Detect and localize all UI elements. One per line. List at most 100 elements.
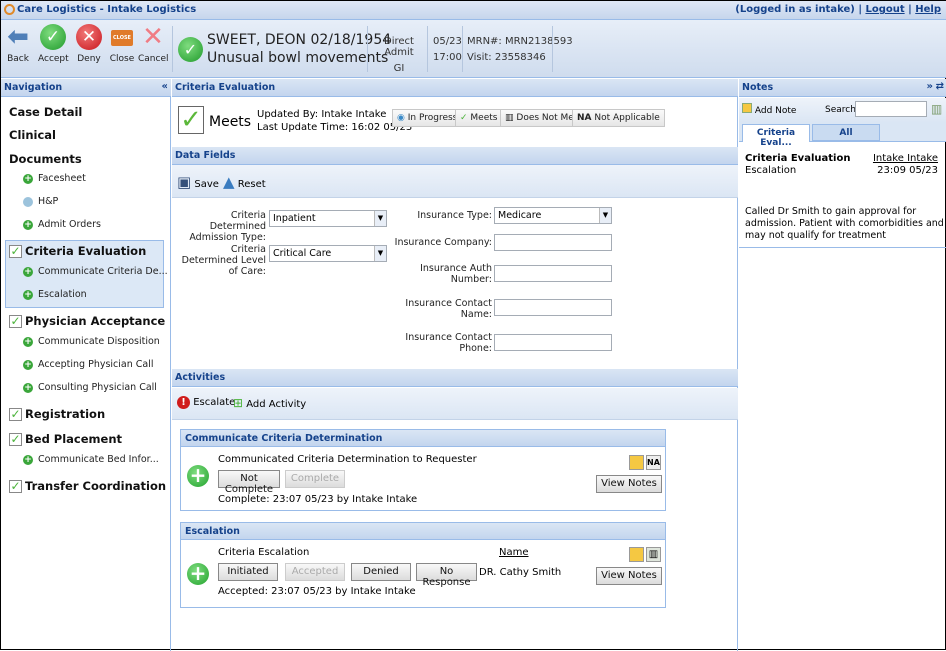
window-title: Care Logistics - Intake Logistics <box>17 4 197 15</box>
tab-all[interactable]: All <box>812 124 880 141</box>
note-text: Called Dr Smith to gain approval for adm… <box>745 206 944 241</box>
na-button[interactable]: NA <box>646 455 661 470</box>
nav-label: Communicate Criteria De... <box>38 266 168 277</box>
nav-case-detail[interactable]: Case Detail <box>9 105 82 119</box>
accepted-button[interactable]: Accepted <box>285 563 345 581</box>
refresh-icon[interactable]: ⇄ <box>936 81 944 92</box>
mrn: MRN#: MRN2138593 <box>467 36 573 47</box>
deny-label: Deny <box>77 54 101 64</box>
nav-documents[interactable]: Documents <box>9 152 82 166</box>
reset-button[interactable]: ▲ Reset <box>223 173 266 191</box>
escalate-label: Escalate <box>193 397 236 408</box>
logout-link[interactable]: Logout <box>865 4 904 15</box>
add-icon[interactable]: + <box>187 563 209 585</box>
nav-escalation[interactable]: + Escalation <box>23 289 87 300</box>
note-subtitle: Escalation <box>745 165 797 176</box>
note-title: Criteria Evaluation <box>745 153 851 164</box>
checkbox-icon: ✓ <box>9 432 22 446</box>
nav-consulting-physician-call[interactable]: + Consulting Physician Call <box>23 382 157 393</box>
activity-description: Communicated Criteria Determination to R… <box>218 454 477 465</box>
nav-criteria-evaluation[interactable]: ✓ Criteria Evaluation <box>9 244 146 258</box>
nav-label: Criteria Evaluation <box>25 244 147 258</box>
denied-button[interactable]: Denied <box>351 563 411 581</box>
add-icon[interactable]: + <box>187 465 209 487</box>
level-of-care-select[interactable]: Critical Care ▼ <box>269 245 387 262</box>
notes-title: Notes <box>742 82 774 93</box>
add-note-label: Add Note <box>754 106 797 116</box>
add-note-button[interactable]: Add Note <box>742 103 796 116</box>
insurance-type-label: Insurance Type: <box>417 210 492 221</box>
trash-icon[interactable]: ▥ <box>646 547 661 562</box>
note-icon[interactable] <box>629 455 644 470</box>
nav-communicate-disposition[interactable]: + Communicate Disposition <box>23 336 160 347</box>
cancel-x-icon: ✕ <box>142 22 164 52</box>
plus-icon: + <box>23 359 33 370</box>
navigation-title: Navigation <box>4 82 63 93</box>
contact-phone-input[interactable] <box>494 334 612 351</box>
tab-criteria-eval[interactable]: Criteria Eval... <box>742 124 810 148</box>
nav-registration[interactable]: ✓ Registration <box>9 407 105 421</box>
plus-icon: + <box>23 454 33 465</box>
trash-icon[interactable]: ▥ <box>931 102 942 116</box>
title-bar: Care Logistics - Intake Logistics (Logge… <box>1 1 946 20</box>
button-label: In Progress <box>407 113 458 123</box>
check-icon: ✓ <box>460 113 468 123</box>
updated-by: Updated By: Intake Intake <box>257 109 387 120</box>
insurance-type-select[interactable]: Medicare ▼ <box>494 207 612 224</box>
nav-h-and-p[interactable]: H&P <box>23 196 58 207</box>
notes-search-input[interactable] <box>855 101 927 117</box>
cancel-button[interactable]: ✕ Cancel <box>138 22 169 64</box>
view-notes-button[interactable]: View Notes <box>596 475 662 493</box>
back-button[interactable]: ⬅ Back <box>3 24 33 64</box>
separator: | <box>908 4 912 15</box>
nav-communicate-bed-info[interactable]: + Communicate Bed Infor... <box>23 454 159 465</box>
activities-header: Activities <box>172 369 738 387</box>
expand-icon[interactable]: » <box>927 81 933 92</box>
plus-icon: + <box>23 382 33 393</box>
note-icon[interactable] <box>629 547 644 562</box>
nav-communicate-criteria[interactable]: + Communicate Criteria De... <box>23 266 168 277</box>
no-response-button[interactable]: No Response <box>416 563 477 588</box>
floppy-disk-icon: ▣ <box>177 173 192 191</box>
complete-button[interactable]: Complete <box>285 470 345 488</box>
save-button[interactable]: ▣ Save <box>177 173 219 191</box>
contact-name-input[interactable] <box>494 299 612 316</box>
admission-type-select[interactable]: Inpatient ▼ <box>269 210 387 227</box>
activity-status: Accepted: 23:07 05/23 by Intake Intake <box>218 586 416 597</box>
deny-button[interactable]: ✕ Deny <box>74 24 104 64</box>
nav-facesheet[interactable]: + Facesheet <box>23 173 86 184</box>
not-applicable-button[interactable]: NA Not Applicable <box>572 109 665 127</box>
accept-button[interactable]: ✓ Accept <box>38 24 69 64</box>
nav-transfer-coordination[interactable]: ✓ Transfer Coordination <box>9 479 166 493</box>
nav-label: Consulting Physician Call <box>38 382 157 393</box>
close-button[interactable]: CLOSE Close <box>107 24 137 64</box>
nav-label: Transfer Coordination <box>25 479 167 493</box>
escalate-button[interactable]: ! Escalate <box>177 396 235 409</box>
help-link[interactable]: Help <box>915 4 941 15</box>
checkbox-icon: ✓ <box>9 407 22 421</box>
activity-status: Complete: 23:07 05/23 by Intake Intake <box>218 494 418 505</box>
nav-physician-acceptance[interactable]: ✓ Physician Acceptance <box>9 314 165 328</box>
select-value: Critical Care <box>273 248 332 259</box>
note-author-link[interactable]: Intake Intake <box>873 153 938 164</box>
not-complete-button[interactable]: Not Complete <box>218 470 280 495</box>
nav-accepting-physician-call[interactable]: + Accepting Physician Call <box>23 359 154 370</box>
nav-admit-orders[interactable]: + Admit Orders <box>23 219 101 230</box>
save-label: Save <box>194 179 219 190</box>
plus-icon: + <box>23 336 33 347</box>
initiated-button[interactable]: Initiated <box>218 563 278 581</box>
nav-clinical[interactable]: Clinical <box>9 128 56 142</box>
collapse-nav-button[interactable]: « <box>162 81 168 92</box>
auth-number-input[interactable] <box>494 265 612 282</box>
admit-time: 17:00 <box>433 52 462 63</box>
meets-button[interactable]: ✓ Meets <box>455 109 503 127</box>
add-activity-button[interactable]: ⊞ Add Activity <box>233 396 306 410</box>
meets-check-icon: ✓ <box>178 106 204 134</box>
globe-icon: ◉ <box>397 113 405 123</box>
nav-bed-placement[interactable]: ✓ Bed Placement <box>9 432 122 446</box>
insurance-company-input[interactable] <box>494 234 612 251</box>
note-entry: Criteria Evaluation Escalation Intake In… <box>739 142 946 248</box>
in-progress-button[interactable]: ◉ In Progress <box>392 109 463 127</box>
plus-icon: + <box>23 289 33 300</box>
view-notes-button[interactable]: View Notes <box>596 567 662 585</box>
